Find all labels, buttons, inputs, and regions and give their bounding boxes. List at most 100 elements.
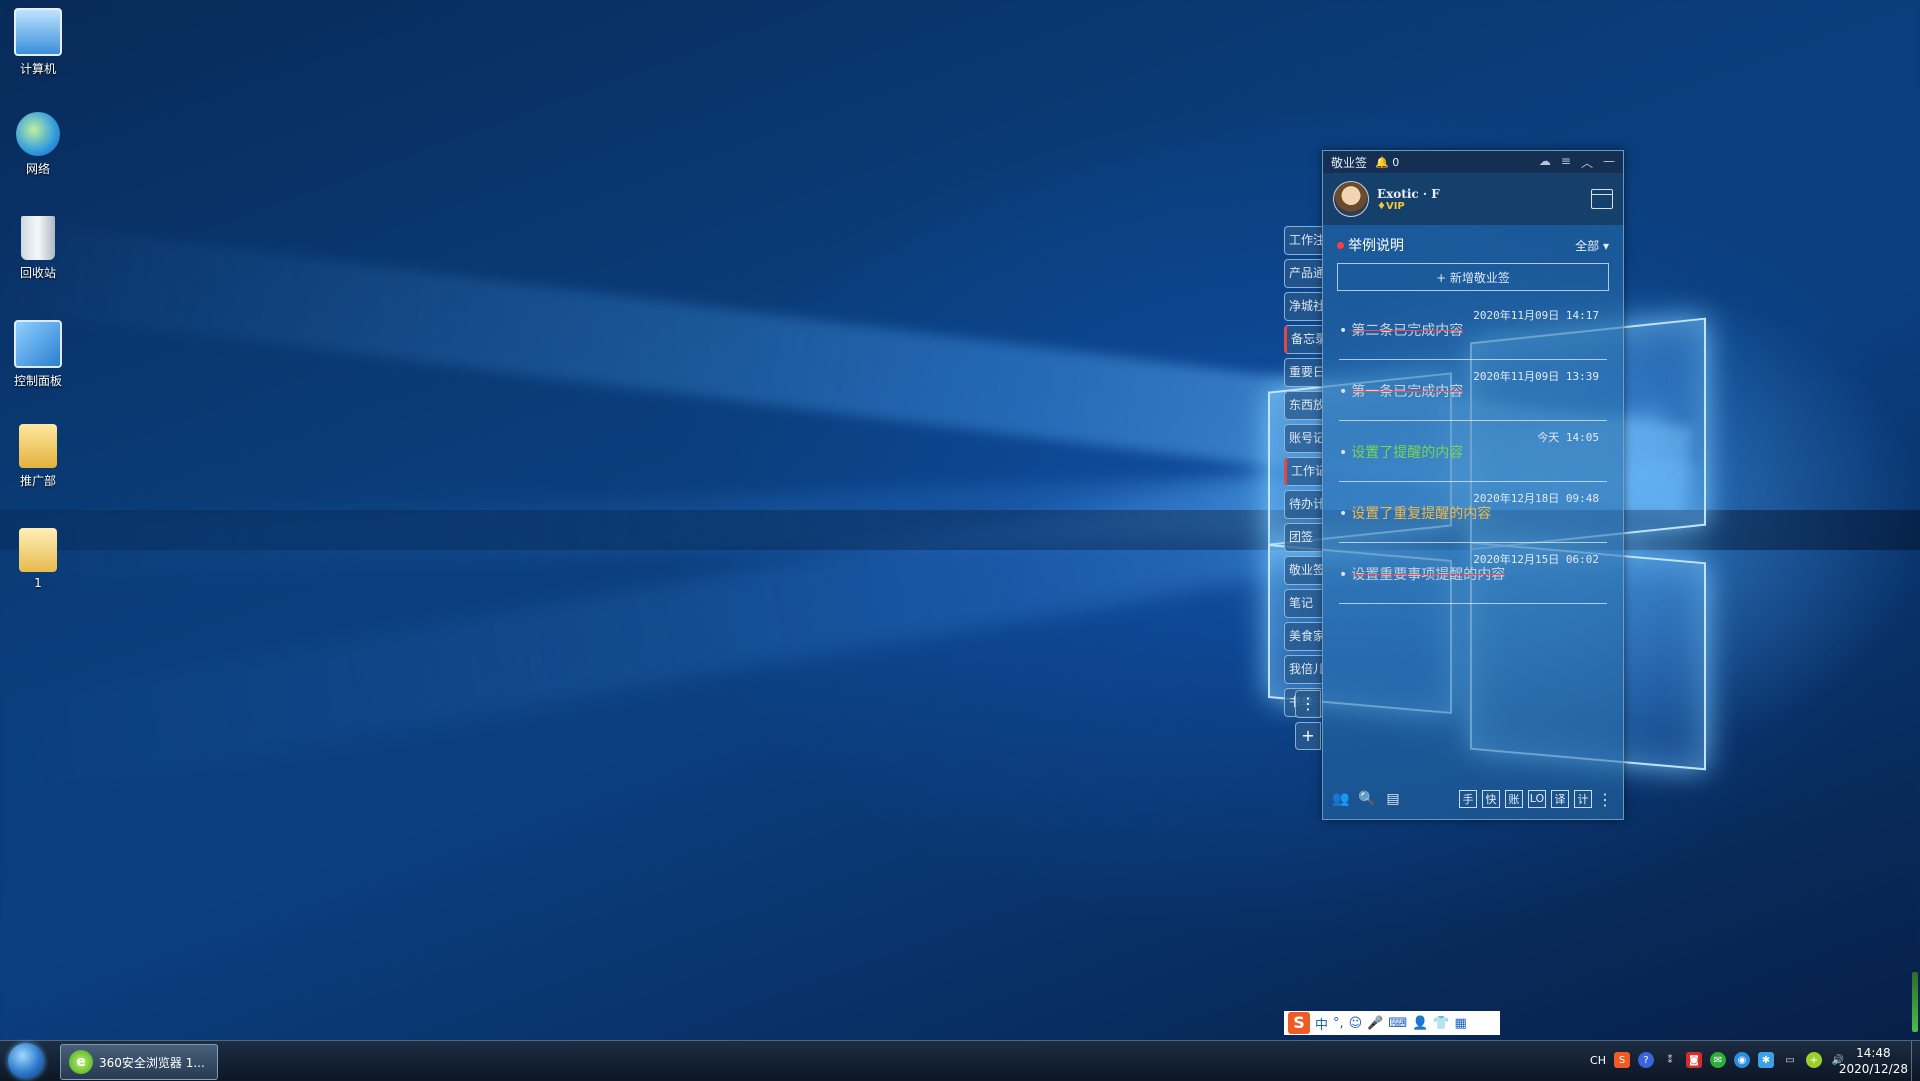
tab-category[interactable]: 待办计	[1284, 490, 1322, 519]
notes-list-icon[interactable]: ▤	[1385, 791, 1401, 807]
sogou-tray-icon[interactable]: S	[1614, 1052, 1630, 1068]
folder-user-icon	[19, 424, 57, 468]
notification-button[interactable]: 🔔 0	[1375, 156, 1399, 169]
avatar[interactable]	[1333, 181, 1369, 217]
volume-meter	[1912, 972, 1918, 1032]
tab-category[interactable]: 工作注	[1284, 226, 1322, 255]
wallpaper-shadow-band	[0, 510, 1920, 550]
tab-category[interactable]: 敬业签	[1284, 556, 1322, 585]
note-footer: 👥 🔍 ▤ 手 快 账 LO 译 计 ⋮	[1323, 779, 1623, 819]
tab-more-button[interactable]: ⋮	[1295, 690, 1321, 718]
ime-toolbar: S 中 °, ☺ 🎤 ⌨ 👤 👕 ▦	[1284, 1011, 1500, 1035]
emoji-icon[interactable]: ☺	[1349, 1016, 1363, 1031]
contacts-icon[interactable]: 👥	[1332, 791, 1349, 807]
collapse-icon[interactable]: ︿	[1581, 154, 1593, 171]
taskbar-app-button[interactable]: e 360安全浏览器 1...	[60, 1044, 218, 1080]
note-item[interactable]: 2020年12月18日 09:48 • 设置了重复提醒的内容	[1339, 482, 1607, 543]
skin-icon[interactable]: 👕	[1433, 1016, 1449, 1031]
note-time: 2020年11月09日 14:17	[1473, 309, 1599, 322]
note-time: 2020年12月18日 09:48	[1473, 492, 1599, 505]
help-icon[interactable]: ?	[1638, 1052, 1654, 1068]
tab-category[interactable]: 我倍儿	[1284, 655, 1322, 684]
desktop-icon-label: 网络	[25, 162, 50, 176]
clock-date: 2020/12/28	[1838, 1062, 1908, 1076]
taskbar-app-label: 360安全浏览器 1...	[99, 1055, 205, 1070]
tool-button-translate[interactable]: 译	[1551, 789, 1569, 808]
filter-label: 全部	[1575, 238, 1600, 253]
tab-category[interactable]: 净城社	[1284, 292, 1322, 321]
tool-button-account[interactable]: 账	[1505, 789, 1523, 808]
sogou-logo-icon[interactable]: S	[1288, 1012, 1310, 1034]
taskbar: e 360安全浏览器 1... CH S ? ⁑ ◙ ✉ ◉ ✱ ▭ + 🔊 1…	[0, 1040, 1920, 1081]
ime-mode-toggle[interactable]: 中	[1315, 1014, 1328, 1033]
tab-category[interactable]: 笔记	[1284, 589, 1322, 618]
tab-category[interactable]: 美食家	[1284, 622, 1322, 651]
desktop-icon-promotion-folder[interactable]: 推广部	[6, 424, 70, 489]
tray-app-cloud-icon[interactable]: ✱	[1758, 1052, 1774, 1068]
desktop-icon-computer[interactable]: 计算机	[6, 8, 70, 77]
user-icon[interactable]: 👤	[1412, 1016, 1428, 1031]
keyboard-icon[interactable]: ⌨	[1388, 1016, 1407, 1031]
note-category-tabs: 工作注 产品通 净城社 备忘录 重要日 东西放 账号记 工作记 待办计 团签 敬…	[1284, 226, 1322, 721]
desktop-icon-label: 1	[34, 576, 42, 590]
tab-add-button[interactable]: +	[1295, 722, 1321, 750]
system-tray: CH S ? ⁑ ◙ ✉ ◉ ✱ ▭ + 🔊	[1590, 1052, 1846, 1068]
control-panel-icon	[14, 320, 62, 368]
desktop-icon-network[interactable]: 网络	[6, 112, 70, 177]
note-item[interactable]: 2020年11月09日 13:39 • 第一条已完成内容	[1339, 360, 1607, 421]
note-list: 2020年11月09日 14:17 • 第二条已完成内容 2020年11月09日 …	[1323, 299, 1623, 604]
microphone-icon[interactable]: 🎤	[1367, 1016, 1383, 1031]
desktop-icon-recycle-bin[interactable]: 回收站	[6, 216, 70, 281]
tab-category[interactable]: 备忘录	[1284, 325, 1322, 354]
tray-app-red-icon[interactable]: ◙	[1686, 1052, 1702, 1068]
note-item[interactable]: 2020年12月15日 06:02 • 设置重要事项提醒的内容	[1339, 543, 1607, 604]
filter-dropdown[interactable]: 全部 ▾	[1575, 237, 1609, 254]
add-note-button[interactable]: + 新增敬业签	[1337, 263, 1609, 291]
tab-category[interactable]: 重要日	[1284, 358, 1322, 387]
show-desktop-button[interactable]	[1911, 1041, 1920, 1081]
tool-button-quick[interactable]: 快	[1482, 789, 1500, 808]
security-tray-icon[interactable]: +	[1806, 1052, 1822, 1068]
toolbox-icon[interactable]: ▦	[1455, 1016, 1467, 1031]
search-icon[interactable]: 🔍	[1358, 791, 1375, 807]
calendar-icon[interactable]	[1591, 189, 1613, 209]
tray-misc-icon[interactable]: ⁑	[1662, 1052, 1678, 1068]
desktop-icon-label: 控制面板	[13, 374, 62, 388]
tool-button-handwrite[interactable]: 手	[1459, 789, 1477, 808]
desktop-icon-label: 计算机	[19, 62, 56, 76]
desktop-icon-folder-1[interactable]: 1	[6, 528, 70, 590]
tab-category[interactable]: 东西放	[1284, 391, 1322, 420]
language-indicator[interactable]: CH	[1590, 1054, 1606, 1067]
wechat-icon[interactable]: ✉	[1710, 1052, 1726, 1068]
tab-category[interactable]: 工作记	[1284, 457, 1322, 486]
user-name: Exotic · F	[1377, 186, 1440, 201]
note-titlebar: 敬业签 🔔 0 ☁ ≡ ︿ —	[1323, 151, 1623, 173]
tab-category[interactable]: 账号记	[1284, 424, 1322, 453]
tool-button-calc[interactable]: 计	[1574, 789, 1592, 808]
network-tray-icon[interactable]: ▭	[1782, 1052, 1798, 1068]
note-text: 设置了重复提醒的内容	[1351, 506, 1492, 522]
note-item[interactable]: 2020年11月09日 14:17 • 第二条已完成内容	[1339, 299, 1607, 360]
desktop-icon-control-panel[interactable]: 控制面板	[6, 320, 70, 389]
tool-button-lo[interactable]: LO	[1528, 789, 1546, 808]
ime-punct-toggle[interactable]: °,	[1333, 1016, 1344, 1031]
bell-icon: 🔔	[1375, 155, 1389, 169]
note-item[interactable]: 今天 14:05 • 设置了提醒的内容	[1339, 421, 1607, 482]
note-text: 第二条已完成内容	[1351, 323, 1464, 339]
more-vertical-icon[interactable]: ⋮	[1597, 790, 1613, 809]
note-time: 今天 14:05	[1537, 431, 1599, 444]
tab-category[interactable]: 产品通	[1284, 259, 1322, 288]
desktop-icon-label: 推广部	[19, 474, 56, 488]
tray-app-blue-icon[interactable]: ◉	[1734, 1052, 1750, 1068]
cloud-sync-icon[interactable]: ☁	[1539, 154, 1551, 171]
note-text: 第一条已完成内容	[1351, 384, 1464, 400]
network-icon	[16, 112, 60, 156]
start-button[interactable]	[8, 1043, 44, 1079]
tab-category[interactable]: 团签	[1284, 523, 1322, 552]
folder-icon	[19, 528, 57, 572]
minimize-icon[interactable]: —	[1603, 154, 1615, 171]
status-dot	[1337, 241, 1344, 249]
menu-icon[interactable]: ≡	[1561, 154, 1571, 171]
taskbar-clock[interactable]: 14:48 2020/12/28	[1839, 1045, 1908, 1077]
desktop-icon-label: 回收站	[19, 266, 56, 280]
